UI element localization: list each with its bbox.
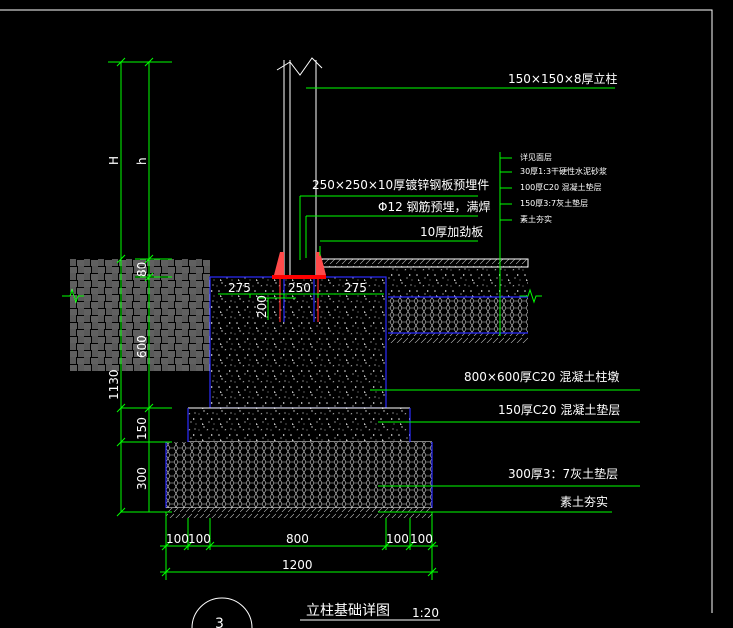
dim-100-c: 100 — [386, 532, 409, 546]
dim-275-right: 275 — [344, 281, 367, 295]
dim-600: 600 — [135, 335, 149, 358]
paving-surface — [320, 259, 528, 267]
paving-layer-3: 100厚C20 混凝土垫层 — [520, 182, 602, 192]
lime-soil-cushion — [166, 442, 432, 508]
dim-150: 150 — [135, 417, 149, 440]
dim-200: 200 — [255, 295, 269, 318]
dim-100-a: 100 — [166, 532, 189, 546]
label-embed-plate: 250×250×10厚镀锌钢板预埋件 — [312, 178, 489, 192]
dim-h: h — [135, 157, 149, 165]
dim-1130: 1130 — [107, 369, 121, 400]
embed-plate — [272, 275, 326, 279]
dim-100-b: 100 — [188, 532, 211, 546]
dim-80: 80 — [135, 262, 149, 277]
label-pier: 800×600厚C20 混凝土柱墩 — [464, 369, 619, 384]
paving-lime-soil — [388, 297, 528, 333]
label-rebar: Φ12 钢筋预埋，满焊 — [378, 199, 491, 214]
label-subgrade: 素土夯实 — [560, 494, 608, 509]
paving-concrete — [388, 267, 528, 297]
dim-275-left: 275 — [228, 281, 251, 295]
compacted-subgrade — [166, 508, 432, 518]
dim-1200: 1200 — [282, 558, 313, 572]
drawing-scale: 1:20 — [412, 606, 439, 620]
detail-number: 3 — [215, 616, 224, 628]
dim-H: H — [107, 156, 121, 165]
paving-subgrade — [388, 333, 528, 343]
concrete-pier — [210, 277, 386, 408]
dim-300: 300 — [135, 467, 149, 490]
c20-cushion — [188, 408, 410, 442]
label-c20-cushion: 150厚C20 混凝土垫层 — [498, 402, 620, 417]
drawing-title: 立柱基础详图 — [306, 602, 390, 619]
label-stiffener: 10厚加劲板 — [420, 225, 483, 239]
dim-100-d: 100 — [410, 532, 433, 546]
dim-250: 250 — [288, 281, 311, 295]
foundation-detail-drawing: H h 80 600 1130 150 300 275 250 275 200 … — [0, 0, 733, 628]
paving-layer-2: 30厚1:3干硬性水泥砂浆 — [520, 166, 607, 176]
label-post: 150×150×8厚立柱 — [508, 71, 618, 86]
paving-layer-5: 素土夯实 — [520, 214, 552, 224]
dim-800: 800 — [286, 532, 309, 546]
paving-layer-1: 详见面层 — [520, 152, 552, 162]
paving-layer-4: 150厚3:7灰土垫层 — [520, 198, 588, 208]
label-lime-soil: 300厚3：7灰土垫层 — [508, 466, 618, 481]
